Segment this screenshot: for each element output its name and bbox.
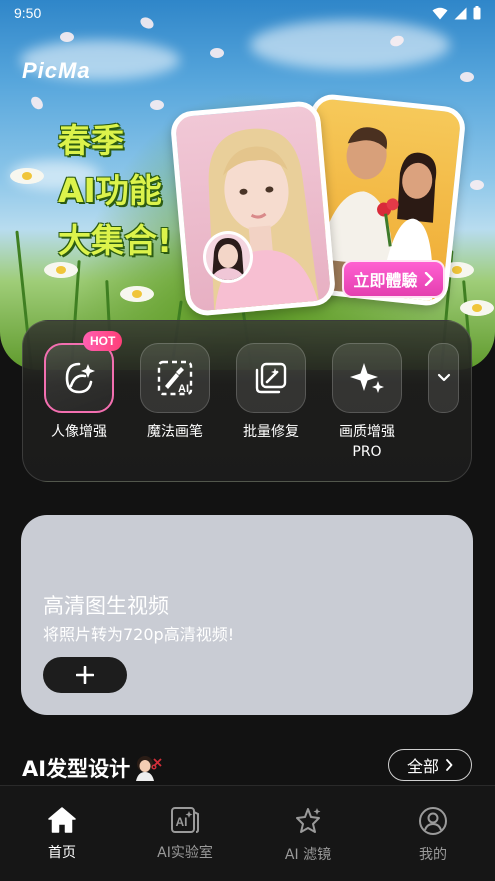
nav-label: AI实验室 — [157, 845, 213, 861]
tool-icon-box[interactable] — [236, 343, 306, 413]
feature-card-image-to-video[interactable]: 高清图生视频 将照片转为720p高清视频! — [21, 515, 473, 715]
tool-label-line-1: 画质增强 — [339, 424, 395, 440]
tool-portrait-enhance[interactable]: HOT 人像增强 — [43, 331, 123, 442]
feature-title: 高清图生视频 — [43, 594, 169, 618]
portrait-thumbnail — [203, 231, 253, 283]
tool-label: 魔法画笔 — [147, 424, 203, 440]
tool-label: 人像增强 — [51, 424, 107, 440]
chevron-right-icon — [424, 272, 433, 286]
tool-batch-repair[interactable]: 批量修复 — [235, 343, 307, 442]
tool-quality-enhance-pro[interactable]: 画质增强 PRO — [331, 343, 403, 462]
nav-home[interactable]: 首页 — [17, 806, 107, 862]
try-now-button[interactable]: 立即體驗 — [342, 260, 445, 298]
headline-line-3: 大集合! — [58, 221, 173, 260]
quick-tools-panel: HOT 人像增强 AI 魔法画笔 批量修复 画质增强 PRO — [22, 320, 472, 482]
filter-star-icon — [296, 808, 321, 833]
sparkles-icon — [350, 363, 384, 393]
ai-lab-icon: AI — [171, 807, 199, 833]
profile-icon — [419, 807, 447, 835]
chevron-down-icon — [437, 373, 450, 382]
feature-add-button[interactable] — [43, 657, 127, 693]
tool-icon-box[interactable]: AI — [140, 343, 210, 413]
hero-banner[interactable]: 9:50 PicMa 春季 AI功能 大集合! 立即體驗 — [0, 0, 495, 370]
tool-icon-box[interactable] — [332, 343, 402, 413]
portrait-photo — [169, 99, 337, 318]
status-time: 9:50 — [14, 5, 42, 21]
nav-label: AI 滤镜 — [284, 847, 332, 863]
tool-label: 批量修复 — [243, 424, 299, 440]
section-title: AI发型设计 — [22, 753, 164, 783]
hairdresser-emoji-icon — [136, 756, 162, 781]
home-icon — [48, 807, 76, 833]
nav-profile[interactable]: 我的 — [388, 806, 478, 864]
brand-logo: PicMa — [22, 58, 91, 83]
nav-ai-filter[interactable]: AI 滤镜 — [263, 806, 353, 864]
bottom-navigation: 首页 AI AI实验室 AI 滤镜 我的 — [0, 785, 495, 881]
hot-badge: HOT — [83, 331, 123, 351]
see-all-label: 全部 — [406, 757, 439, 776]
ai-brush-icon: AI — [157, 360, 193, 396]
more-tools-button[interactable] — [428, 343, 459, 413]
svg-text:AI: AI — [178, 383, 189, 395]
status-bar: 9:50 — [0, 0, 495, 26]
signal-icon — [454, 7, 467, 19]
headline-line-1: 春季 — [58, 121, 124, 160]
batch-magic-icon — [255, 362, 287, 394]
plus-icon — [76, 666, 94, 684]
see-all-button[interactable]: 全部 — [388, 749, 472, 781]
nav-label: 我的 — [419, 847, 447, 863]
tool-label-line-2: PRO — [352, 444, 382, 460]
tool-label: 画质增强 PRO — [339, 422, 395, 462]
tool-magic-brush[interactable]: AI 魔法画笔 — [139, 343, 211, 442]
nav-label: 首页 — [48, 845, 76, 861]
tool-icon-box[interactable] — [44, 343, 114, 413]
feature-subtitle: 将照片转为720p高清视频! — [43, 625, 235, 644]
wifi-icon — [432, 7, 448, 19]
svg-text:AI: AI — [176, 815, 188, 829]
try-now-label: 立即體驗 — [353, 271, 418, 290]
battery-icon — [473, 6, 481, 20]
portrait-sparkle-icon — [65, 362, 95, 394]
nav-ai-lab[interactable]: AI AI实验室 — [140, 806, 230, 862]
status-icons — [432, 6, 481, 20]
hero-headline: 春季 AI功能 大集合! — [58, 116, 172, 266]
section-title-text: AI发型设计 — [22, 757, 131, 781]
headline-line-2: AI功能 — [58, 171, 162, 210]
chevron-right-icon — [446, 759, 453, 771]
